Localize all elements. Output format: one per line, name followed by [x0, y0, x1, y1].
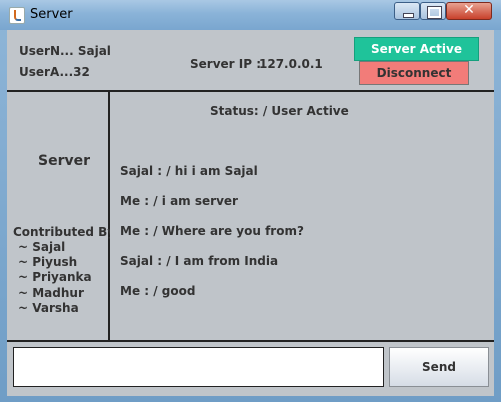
header-panel: UserN... Sajal UserA...32 Server IP : 12…	[7, 30, 494, 92]
contributor-item: ~ Madhur	[18, 286, 84, 300]
chat-message: Me : / Where are you from?	[120, 224, 304, 238]
contributor-item: ~ Piyush	[18, 255, 78, 269]
message-input[interactable]	[13, 347, 384, 387]
close-button[interactable]: ✕	[446, 2, 492, 20]
window-title: Server	[30, 7, 73, 22]
user-address-label: UserA...32	[19, 65, 90, 79]
status-label: Status: / User Active	[210, 104, 349, 118]
title-bar[interactable]: Server ✕	[0, 0, 501, 30]
contributor-item: ~ Priyanka	[18, 270, 92, 284]
java-icon	[9, 7, 25, 24]
chat-message: Me : / good	[120, 284, 196, 298]
disconnect-button[interactable]: Disconnect	[359, 61, 469, 85]
maximize-button[interactable]	[420, 2, 446, 20]
server-ip-value: 127.0.0.1	[259, 57, 323, 71]
chat-panel: Status: / User Active Sajal : / hi i am …	[110, 92, 494, 340]
contributor-item: ~ Sajal	[18, 240, 66, 254]
minimize-button[interactable]	[394, 2, 420, 20]
server-active-button[interactable]: Server Active	[354, 37, 479, 61]
close-icon: ✕	[463, 2, 475, 18]
composer-panel: Send	[7, 340, 494, 396]
chat-message: Sajal : / hi i am Sajal	[120, 164, 258, 178]
sidebar: Server Contributed By ~ Sajal ~ Piyush ~…	[7, 92, 115, 340]
contributed-by-label: Contributed By	[13, 225, 116, 239]
server-window: Server ✕ UserN... Sajal UserA...32 Serve…	[0, 0, 501, 402]
server-ip-label: Server IP :	[190, 57, 261, 71]
send-button[interactable]: Send	[389, 347, 489, 387]
sidebar-title: Server	[38, 153, 91, 169]
contributor-item: ~ Varsha	[18, 301, 79, 315]
chat-message: Sajal : / I am from India	[120, 254, 279, 268]
chat-message: Me : / i am server	[120, 194, 238, 208]
user-name-label: UserN... Sajal	[19, 44, 111, 58]
client-area: UserN... Sajal UserA...32 Server IP : 12…	[7, 30, 494, 396]
